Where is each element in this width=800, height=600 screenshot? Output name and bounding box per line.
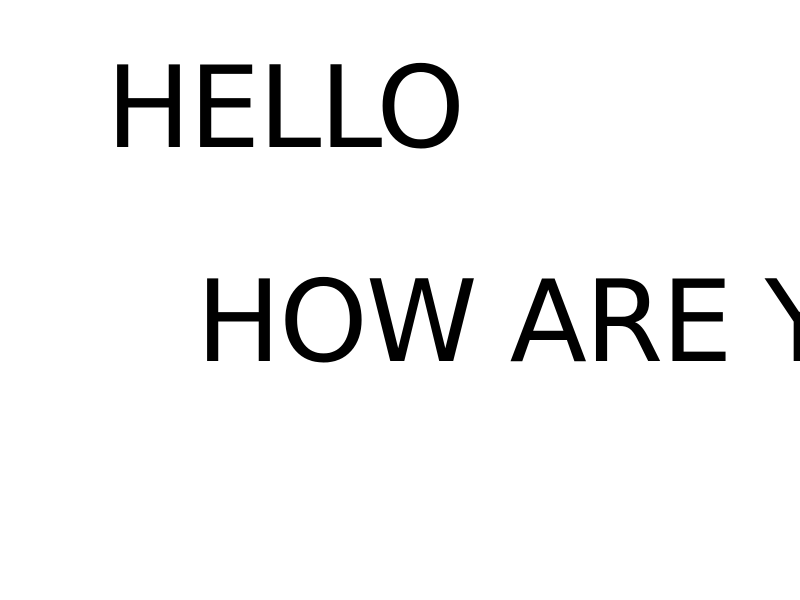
text-canvas: HELLO HOW ARE Y [0, 0, 800, 600]
how-are-you-text: HOW ARE Y [196, 256, 800, 388]
hello-text: HELLO [106, 42, 465, 174]
